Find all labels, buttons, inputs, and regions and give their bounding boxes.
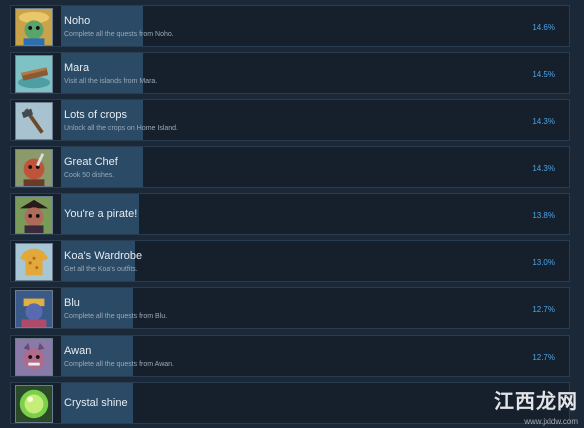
pirate-character-icon [15, 196, 53, 234]
achievement-description: Complete all the quests from Blu. [64, 313, 168, 320]
achievement-description: Unlock all the crops on Home Island. [64, 125, 178, 132]
achievement-title: Lots of crops [64, 109, 127, 121]
achievement-title: Blu [64, 297, 80, 309]
achievement-row[interactable]: Lots of crops Unlock all the crops on Ho… [10, 99, 570, 141]
hoe-icon [15, 102, 53, 140]
shirt-icon [15, 243, 53, 281]
achievement-title: Awan [64, 345, 92, 357]
achievement-list: Noho Complete all the quests from Noho. … [0, 0, 584, 428]
achievement-description: Complete all the quests from Awan. [64, 361, 174, 368]
achievement-row[interactable]: Blu Complete all the quests from Blu. 12… [10, 287, 570, 329]
achievement-percent: 13.8% [532, 211, 555, 220]
achievement-title: You're a pirate! [64, 208, 138, 220]
achievement-row[interactable]: Noho Complete all the quests from Noho. … [10, 5, 570, 47]
achievement-percent: 14.6% [532, 23, 555, 32]
achievement-title: Noho [64, 15, 91, 27]
crystal-orb-icon [15, 385, 53, 423]
achievement-description: Get all the Koa's outfits. [64, 266, 138, 273]
achievement-percent: 14.5% [532, 70, 555, 79]
achievement-row[interactable]: You're a pirate! 13.8% [10, 193, 570, 235]
island-raft-icon [15, 55, 53, 93]
achievement-percent: 12.7% [532, 353, 555, 362]
achievement-percent: 14.3% [532, 117, 555, 126]
achievement-percent: 14.3% [532, 164, 555, 173]
achievement-title: Mara [64, 62, 90, 74]
awan-character-icon [15, 338, 53, 376]
achievement-row[interactable]: Mara Visit all the islands from Mara. 14… [10, 52, 570, 94]
blu-character-icon [15, 290, 53, 328]
chef-character-icon [15, 149, 53, 187]
achievement-percent: 12.7% [532, 305, 555, 314]
watermark-text: 江西龙网 [494, 391, 578, 413]
achievement-description: Complete all the quests from Noho. [64, 31, 174, 38]
achievement-row[interactable]: Crystal shine [10, 382, 570, 424]
achievement-row[interactable]: Awan Complete all the quests from Awan. … [10, 335, 570, 377]
watermark-url: www.jxldw.com [524, 417, 578, 426]
achievement-row[interactable]: Koa's Wardrobe Get all the Koa's outfits… [10, 240, 570, 282]
achievement-description: Cook 50 dishes. [64, 172, 115, 179]
achievement-description: Visit all the islands from Mara. [64, 78, 158, 85]
achievement-percent: 13.0% [532, 258, 555, 267]
achievement-title: Great Chef [64, 156, 118, 168]
achievement-title: Koa's Wardrobe [64, 250, 143, 262]
achievement-row[interactable]: Great Chef Cook 50 dishes. 14.3% [10, 146, 570, 188]
achievement-title: Crystal shine [64, 397, 128, 409]
noho-character-icon [15, 8, 53, 46]
